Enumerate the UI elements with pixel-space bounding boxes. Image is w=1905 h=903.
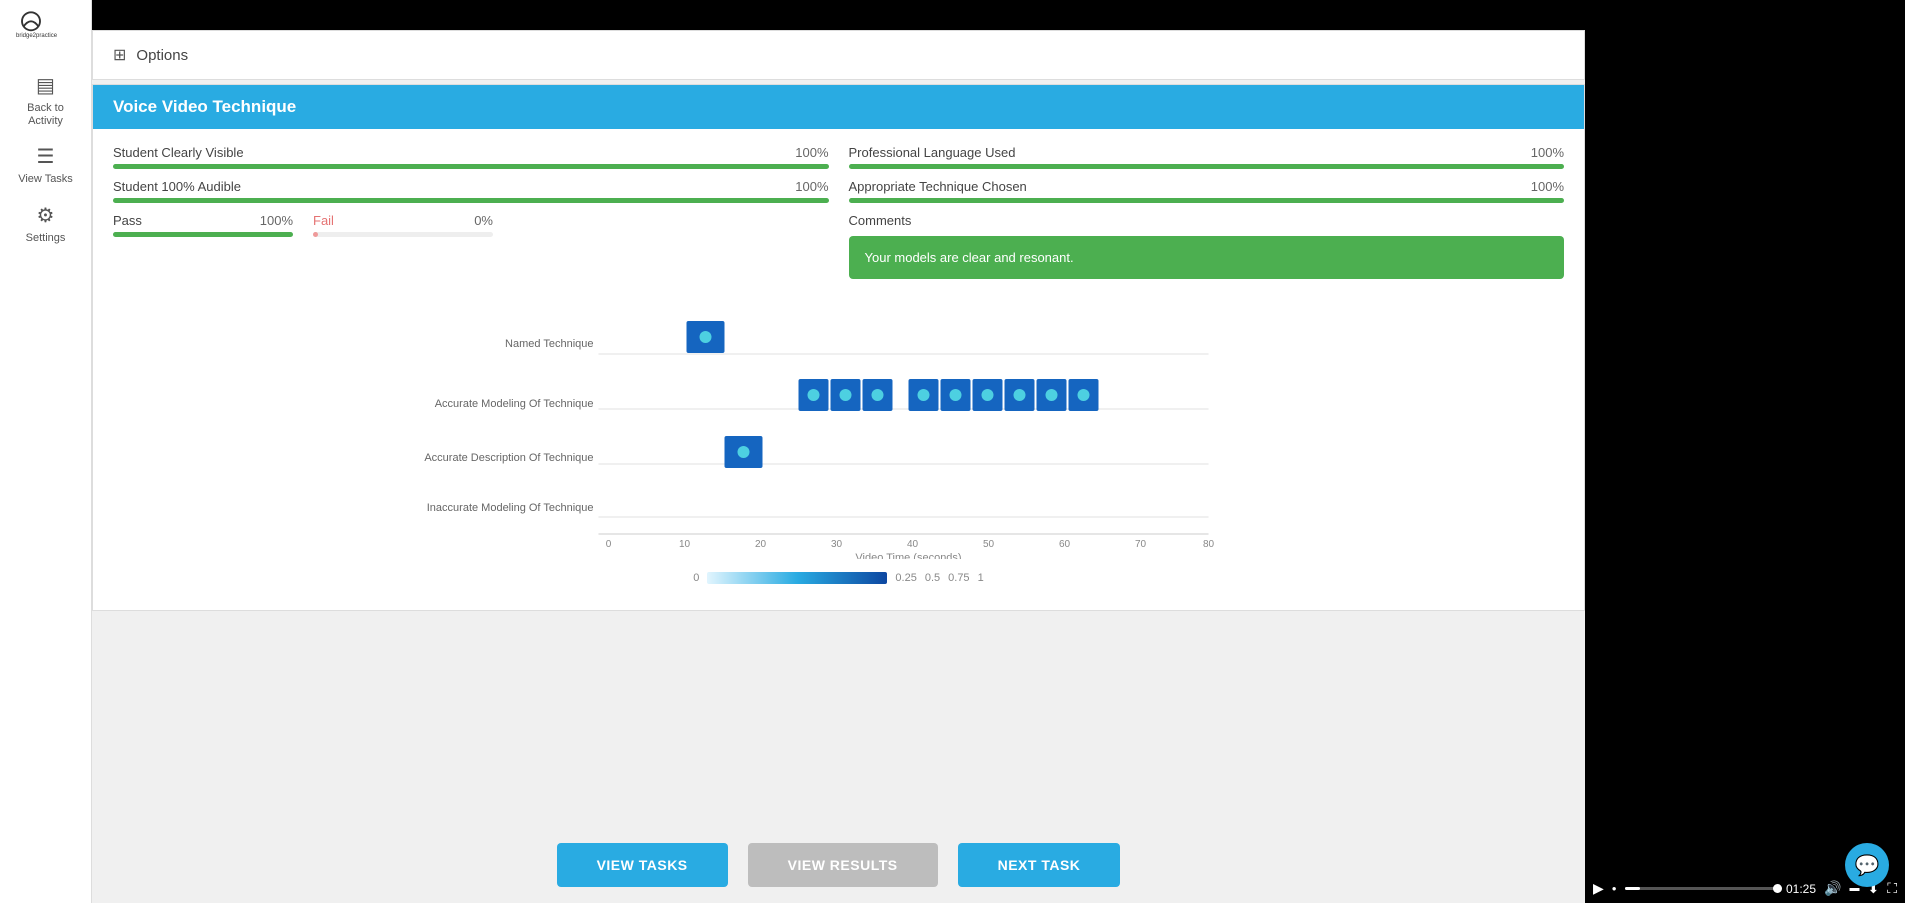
pass-bar-fill (113, 232, 293, 237)
view-results-button: VIEW RESULTS (748, 843, 938, 887)
video-progress-bar[interactable] (1625, 887, 1778, 890)
sidebar-item-label: View Tasks (18, 173, 73, 186)
pass-section: Pass 100% (113, 213, 293, 237)
dot-1 (808, 389, 820, 401)
comments-box: Your models are clear and resonant. (849, 236, 1565, 279)
svg-text:Video Time (seconds): Video Time (seconds) (855, 552, 961, 559)
metric-value: 100% (1531, 145, 1564, 160)
dot-3 (872, 389, 884, 401)
metric-bar-fill (849, 198, 1565, 203)
main-content: ⊞ Options Voice Video Technique Student … (92, 0, 1585, 903)
svg-text:80: 80 (1203, 539, 1215, 550)
dot-5 (950, 389, 962, 401)
comments-text: Your models are clear and resonant. (865, 250, 1074, 265)
main-panel: Voice Video Technique Student Clearly Vi… (92, 84, 1585, 611)
metric-student-visible: Student Clearly Visible 100% (113, 145, 829, 169)
pass-label: Pass (113, 213, 142, 228)
metric-label: Student 100% Audible (113, 179, 241, 194)
dot-named-technique (700, 331, 712, 343)
metric-bar-track (113, 198, 829, 203)
fullscreen-icon[interactable]: ⛶ (1887, 880, 1897, 897)
sidebar: bridge2practice ▤ Back toActivity ☰ View… (0, 0, 92, 903)
metric-label: Professional Language Used (849, 145, 1016, 160)
svg-text:50: 50 (983, 539, 995, 550)
back-activity-icon: ▤ (36, 73, 55, 98)
metric-bar-track (849, 198, 1565, 203)
svg-text:Accurate Description Of Techni: Accurate Description Of Technique (424, 452, 593, 464)
metric-professional-language: Professional Language Used 100% (849, 145, 1565, 169)
comments-label: Comments (849, 213, 1565, 228)
metric-student-audible: Student 100% Audible 100% (113, 179, 829, 203)
fail-value: 0% (474, 213, 493, 228)
dot-7 (1014, 389, 1026, 401)
dot-4 (918, 389, 930, 401)
color-scale: 0 0.25 0.5 (133, 572, 1544, 584)
sidebar-item-back-to-activity[interactable]: ▤ Back toActivity (0, 65, 91, 136)
dot-9 (1078, 389, 1090, 401)
top-video-bar (92, 0, 1585, 30)
volume-icon[interactable]: 🔊 (1824, 880, 1841, 897)
fail-bar-fill (313, 232, 318, 237)
dot-6 (982, 389, 994, 401)
options-icon: ⊞ (113, 45, 126, 65)
pass-bar-track (113, 232, 293, 237)
svg-text:70: 70 (1135, 539, 1147, 550)
svg-text:0: 0 (606, 539, 612, 550)
comments-section: Comments Your models are clear and reson… (849, 213, 1565, 279)
panel-body: Student Clearly Visible 100% Student 100… (93, 129, 1584, 610)
video-progress-fill (1625, 887, 1640, 890)
chart-svg: Named Technique Accurate Modeling Of Tec… (133, 299, 1544, 559)
fail-section: Fail 0% (313, 213, 493, 237)
svg-text:bridge2practice: bridge2practice (16, 33, 58, 39)
play-icon[interactable]: ▶ (1593, 880, 1604, 897)
chat-icon: 💬 (1855, 853, 1880, 878)
scale-bar (707, 572, 887, 584)
sidebar-item-settings[interactable]: ⚙ Settings (0, 195, 91, 253)
logo: bridge2practice (16, 10, 76, 45)
options-label: Options (136, 47, 188, 64)
metric-bar-track (113, 164, 829, 169)
metric-value: 100% (1531, 179, 1564, 194)
dot-icon: ● (1612, 884, 1617, 893)
dot-8 (1046, 389, 1058, 401)
dot-description (738, 446, 750, 458)
view-tasks-button[interactable]: VIEW TASKS (557, 843, 728, 887)
svg-text:40: 40 (907, 539, 919, 550)
metric-bar-fill (113, 164, 829, 169)
metric-bar-fill (113, 198, 829, 203)
metric-value: 100% (795, 145, 828, 160)
right-video: ▶ ● 01:25 🔊 ▬ ⬇ ⛶ (1585, 0, 1905, 903)
metric-label: Appropriate Technique Chosen (849, 179, 1027, 194)
bottom-buttons: VIEW TASKS VIEW RESULTS NEXT TASK (92, 827, 1585, 903)
svg-text:Inaccurate Modeling Of Techniq: Inaccurate Modeling Of Technique (427, 502, 594, 514)
sidebar-item-label: Back toActivity (27, 102, 64, 128)
metric-value: 100% (795, 179, 828, 194)
svg-text:Accurate Modeling Of Technique: Accurate Modeling Of Technique (435, 398, 594, 410)
view-tasks-icon: ☰ (37, 144, 55, 169)
svg-text:60: 60 (1059, 539, 1071, 550)
sidebar-item-label: Settings (26, 232, 66, 245)
metric-label: Student Clearly Visible (113, 145, 244, 160)
sidebar-item-view-tasks[interactable]: ☰ View Tasks (0, 136, 91, 194)
svg-text:Named Technique: Named Technique (505, 338, 593, 350)
chart-area: Named Technique Accurate Modeling Of Tec… (113, 289, 1564, 594)
metric-bar-track (849, 164, 1565, 169)
svg-text:20: 20 (755, 539, 767, 550)
dot-2 (840, 389, 852, 401)
panel-header: Voice Video Technique (93, 85, 1584, 129)
options-bar[interactable]: ⊞ Options (92, 30, 1585, 80)
video-progress-dot (1773, 884, 1782, 893)
next-task-button[interactable]: NEXT TASK (958, 843, 1121, 887)
svg-text:30: 30 (831, 539, 843, 550)
metric-bar-fill (849, 164, 1565, 169)
settings-icon: ⚙ (37, 203, 55, 228)
metric-appropriate-technique: Appropriate Technique Chosen 100% (849, 179, 1565, 203)
video-time: 01:25 (1786, 882, 1816, 896)
svg-text:10: 10 (679, 539, 691, 550)
fail-label: Fail (313, 213, 334, 228)
fail-bar-track (313, 232, 493, 237)
pass-value: 100% (260, 213, 293, 228)
chat-bubble[interactable]: 💬 (1845, 843, 1889, 887)
right-column: ▶ ● 01:25 🔊 ▬ ⬇ ⛶ (1585, 0, 1905, 903)
